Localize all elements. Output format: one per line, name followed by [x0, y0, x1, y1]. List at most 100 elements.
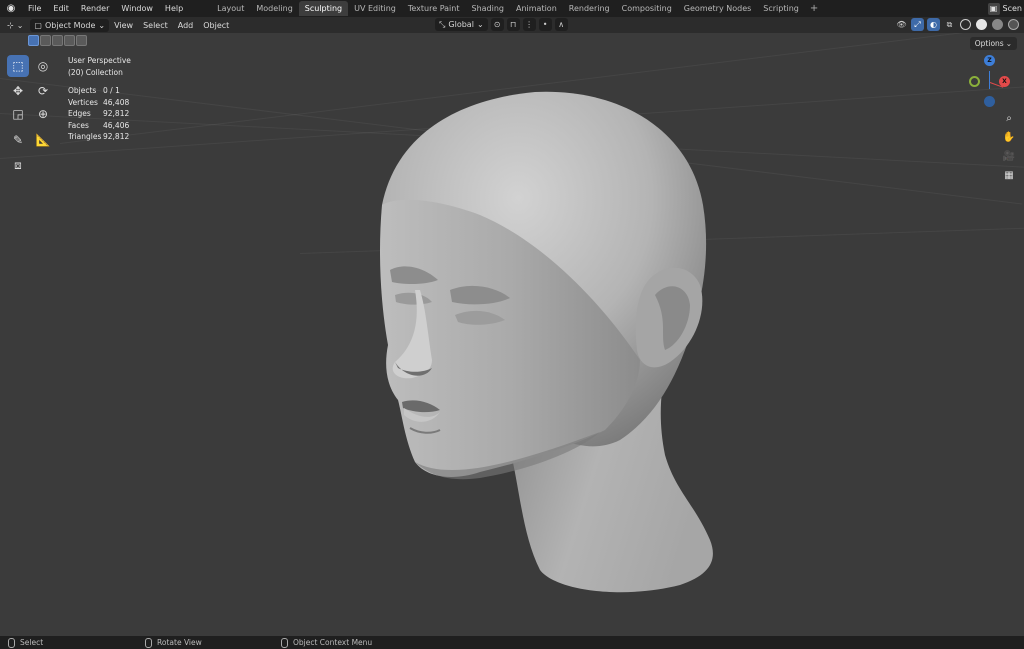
stat-row: Objects 0 / 1: [68, 85, 131, 97]
blender-logo-icon[interactable]: ◉: [0, 0, 22, 17]
select-subtract-icon[interactable]: [52, 35, 63, 46]
stat-row: Vertices 46,408: [68, 97, 131, 109]
scale-icon[interactable]: ◲: [7, 103, 29, 125]
xray-icon[interactable]: ⧉: [943, 18, 956, 31]
mode-selector[interactable]: ▢ Object Mode ⌄: [30, 18, 110, 32]
wireframe-shading-icon[interactable]: [959, 18, 972, 31]
collection-name: (20) Collection: [68, 67, 123, 77]
orientation-label: Global: [448, 20, 474, 29]
selection-mode-buttons: [28, 35, 87, 46]
scene-name: Scen: [1002, 4, 1022, 13]
select-extend-icon[interactable]: [40, 35, 51, 46]
material-shading-icon[interactable]: [991, 18, 1004, 31]
menu-edit[interactable]: Edit: [47, 0, 75, 17]
viewport-display-controls: 👁 ⤢ ◐ ⧉: [895, 18, 1020, 31]
options-dropdown[interactable]: Options ⌄: [969, 37, 1017, 50]
stat-value: 92,812: [103, 109, 130, 118]
menu-select[interactable]: Select: [138, 21, 173, 30]
falloff-icon[interactable]: ∧: [554, 18, 568, 31]
mouse-left-icon: [8, 637, 15, 648]
status-context: Object Context Menu: [281, 637, 373, 648]
stat-label: Edges: [68, 109, 91, 118]
tab-layout[interactable]: Layout: [211, 1, 250, 16]
menu-object[interactable]: Object: [198, 21, 234, 30]
stat-row: Triangles 92,812: [68, 131, 131, 143]
select-intersect-icon[interactable]: [76, 35, 87, 46]
pivot-point-icon[interactable]: ⊙: [490, 18, 504, 31]
zoom-icon[interactable]: ⌕: [1001, 110, 1017, 126]
perspective-toggle-icon[interactable]: ▦: [1001, 167, 1017, 183]
proportional-editing-icon[interactable]: •: [538, 18, 552, 31]
scene-icon: ▣: [987, 2, 1000, 15]
gizmo-z-axis-line: [989, 71, 990, 89]
snap-icon[interactable]: ⊓: [506, 18, 520, 31]
tab-texture-paint[interactable]: Texture Paint: [402, 1, 466, 16]
stat-label: Faces: [68, 120, 89, 130]
scene-selector[interactable]: ▣ Scen: [987, 0, 1024, 17]
annotate-icon[interactable]: ✎: [7, 129, 29, 151]
snap-target-icon[interactable]: ⋮: [522, 18, 536, 31]
tab-animation[interactable]: Animation: [510, 1, 563, 16]
transform-icon[interactable]: ⊕: [32, 103, 54, 125]
camera-view-icon[interactable]: 🎥: [1001, 148, 1017, 164]
stat-row: Edges 92,812: [68, 108, 131, 120]
tab-sculpting[interactable]: Sculpting: [298, 1, 349, 16]
status-rotate: Rotate View: [145, 637, 202, 648]
editor-type-button[interactable]: ⊹ ⌄: [3, 19, 27, 32]
viewport-header: ⊹ ⌄ ▢ Object Mode ⌄ View Select Add Objec…: [0, 17, 1024, 33]
chevron-down-icon: ⌄: [16, 20, 24, 30]
status-select: Select: [8, 637, 44, 648]
gizmo-x-axis[interactable]: X: [999, 76, 1010, 87]
mouse-right-icon: [281, 637, 288, 648]
tab-rendering[interactable]: Rendering: [563, 1, 616, 16]
orientation-icon: ⤡: [439, 19, 446, 29]
status-context-label: Object Context Menu: [293, 638, 373, 647]
stat-value: 0 / 1: [103, 86, 120, 95]
status-select-label: Select: [20, 638, 44, 647]
sculpted-head-mesh[interactable]: [0, 33, 1024, 636]
view-name: User Perspective: [68, 56, 131, 65]
overlays-toggle-icon[interactable]: ◐: [927, 18, 940, 31]
3d-viewport[interactable]: Z X: [0, 33, 1024, 636]
cursor-icon[interactable]: ◎: [32, 55, 54, 77]
tab-scripting[interactable]: Scripting: [757, 1, 805, 16]
menu-add[interactable]: Add: [173, 21, 199, 30]
menu-file[interactable]: File: [22, 0, 47, 17]
add-workspace-button[interactable]: +: [805, 3, 823, 14]
select-invert-icon[interactable]: [64, 35, 75, 46]
menu-help[interactable]: Help: [159, 0, 189, 17]
chevron-down-icon: ⌄: [476, 20, 484, 29]
menu-render[interactable]: Render: [75, 0, 115, 17]
stat-label: Triangles: [68, 132, 102, 141]
gizmo-z-axis-negative[interactable]: [984, 96, 995, 107]
visibility-icon[interactable]: 👁: [895, 18, 908, 31]
gizmo-y-axis-negative[interactable]: [969, 76, 980, 87]
gizmo-z-axis[interactable]: Z: [984, 55, 995, 66]
transform-controls: ⤡ Global ⌄ ⊙ ⊓ ⋮ • ∧: [432, 18, 568, 31]
rotate-icon[interactable]: ⟳: [32, 80, 54, 102]
pan-hand-icon[interactable]: ✋: [1001, 129, 1017, 145]
stat-row: Faces 46,406: [68, 120, 131, 132]
solid-shading-icon[interactable]: [975, 18, 988, 31]
add-cube-icon[interactable]: ⧈: [7, 154, 29, 176]
select-new-icon[interactable]: [28, 35, 39, 46]
measure-icon[interactable]: 📐: [32, 129, 54, 151]
menu-window[interactable]: Window: [115, 0, 159, 17]
menu-view[interactable]: View: [109, 21, 138, 30]
stat-value: 46,408: [103, 97, 130, 107]
tab-compositing[interactable]: Compositing: [616, 1, 678, 16]
gizmo-toggle-icon[interactable]: ⤢: [911, 18, 924, 31]
chevron-down-icon: ⌄: [1005, 39, 1012, 48]
status-bar: Select Rotate View Object Context Menu: [0, 636, 1024, 649]
tab-shading[interactable]: Shading: [465, 1, 510, 16]
orientation-selector[interactable]: ⤡ Global ⌄: [435, 18, 488, 31]
tab-geometry-nodes[interactable]: Geometry Nodes: [678, 1, 757, 16]
tab-uv-editing[interactable]: UV Editing: [348, 1, 402, 16]
stat-value: 46,406: [103, 120, 130, 130]
select-box-icon[interactable]: ⬚: [7, 55, 29, 77]
move-icon[interactable]: ✥: [7, 80, 29, 102]
mouse-middle-icon: [145, 637, 152, 648]
rendered-shading-icon[interactable]: [1007, 18, 1020, 31]
viewport-stats-overlay: User Perspective (20) Collection Objects…: [68, 55, 131, 143]
tab-modeling[interactable]: Modeling: [250, 1, 298, 16]
